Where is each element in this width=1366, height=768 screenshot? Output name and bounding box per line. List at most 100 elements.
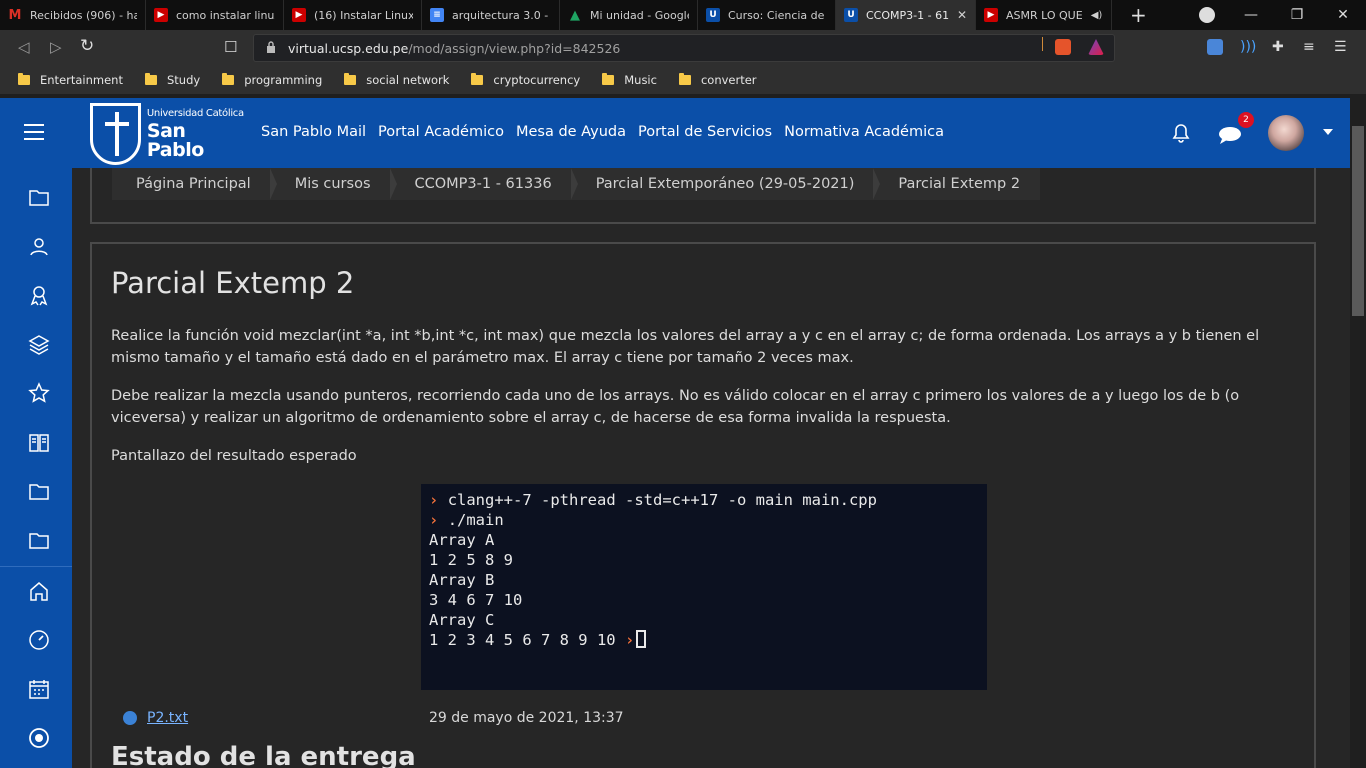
- description-paragraph: Pantallazo del resultado esperado: [111, 448, 357, 464]
- browser-tab[interactable]: ▶ como instalar linux: [146, 0, 284, 30]
- address-bar[interactable]: virtual.ucsp.edu.pe/mod/assign/view.php?…: [253, 34, 1115, 62]
- prompt-icon: ›: [624, 631, 635, 649]
- scrollbar[interactable]: [1350, 98, 1366, 768]
- folder-icon[interactable]: [28, 480, 50, 502]
- breadcrumb-section[interactable]: Parcial Extemporáneo (29-05-2021): [572, 168, 881, 200]
- user-avatar[interactable]: [1268, 115, 1304, 151]
- close-tab-icon[interactable]: ✕: [957, 8, 967, 22]
- folder-icon: [602, 73, 615, 85]
- top-navigation: San Pablo Mail Portal Académico Mesa de …: [261, 124, 956, 140]
- star-icon[interactable]: [28, 382, 50, 404]
- playlist-icon[interactable]: ≡: [1303, 39, 1319, 55]
- nav-link-mail[interactable]: San Pablo Mail: [261, 124, 366, 140]
- bookmark-folder[interactable]: Music: [602, 73, 657, 87]
- tab-search-icon[interactable]: [1199, 7, 1215, 23]
- folder-icon[interactable]: [28, 186, 50, 208]
- folder-icon: [222, 73, 235, 85]
- hamburger-menu-icon[interactable]: [24, 124, 44, 140]
- bookmark-folder[interactable]: Entertainment: [18, 73, 123, 87]
- terminal-line: 1 2 3 4 5 6 7 8 9 10 ›: [429, 630, 979, 650]
- close-window-icon[interactable]: ✕: [1320, 7, 1366, 23]
- breadcrumb-home[interactable]: Página Principal: [112, 168, 277, 200]
- browser-tab[interactable]: ▲ Mi unidad - Google: [560, 0, 698, 30]
- message-count-badge: 2: [1238, 112, 1254, 128]
- speaker-icon[interactable]: ◀): [1091, 10, 1103, 21]
- chat-icon[interactable]: [1218, 126, 1242, 144]
- bookmark-folder[interactable]: Study: [144, 73, 200, 87]
- layers-icon[interactable]: [28, 333, 50, 355]
- forward-icon[interactable]: ▷: [50, 38, 62, 56]
- bell-icon[interactable]: [1172, 123, 1190, 143]
- bookmark-icon[interactable]: ☐: [224, 38, 237, 56]
- left-sidebar: [0, 168, 72, 768]
- folder-icon: [678, 73, 691, 85]
- page-title: Parcial Extemp 2: [111, 266, 355, 300]
- sidebar-divider: [0, 566, 72, 567]
- bookmark-folder[interactable]: social network: [344, 73, 449, 87]
- attachment-link[interactable]: P2.txt: [147, 710, 188, 726]
- scrollbar-thumb[interactable]: [1352, 126, 1364, 316]
- logo-shield-icon: [90, 103, 141, 165]
- back-icon[interactable]: ◁: [18, 38, 30, 56]
- browser-tab[interactable]: ▶ (16) Instalar Linux L: [284, 0, 422, 30]
- nav-link-portal-academico[interactable]: Portal Académico: [378, 124, 504, 140]
- folder-icon: [471, 73, 484, 85]
- ucsp-icon: U: [706, 8, 720, 22]
- browser-tab-active[interactable]: U CCOMP3-1 - 61 ✕: [836, 0, 976, 30]
- ucsp-icon: U: [844, 8, 858, 22]
- participants-icon[interactable]: [28, 235, 50, 257]
- folder-icon: [144, 73, 157, 85]
- new-tab-button[interactable]: +: [1130, 3, 1147, 27]
- maximize-icon[interactable]: ❐: [1274, 7, 1320, 23]
- private-files-icon[interactable]: [28, 727, 50, 749]
- terminal-line: Array C: [429, 611, 495, 629]
- reload-icon[interactable]: ↻: [80, 36, 94, 56]
- browser-tab[interactable]: ≡ arquitectura 3.0 - D: [422, 0, 560, 30]
- extensions-icon[interactable]: ✚: [1272, 39, 1288, 55]
- wifi-extension-icon[interactable]: ))): [1240, 39, 1256, 55]
- description-paragraph: Realice la función void mezclar(int *a, …: [111, 328, 1260, 366]
- browser-toolbar: ◁ ▷ ↻ ☐ virtual.ucsp.edu.pe/mod/assign/v…: [0, 30, 1366, 66]
- translate-icon[interactable]: [1207, 39, 1223, 55]
- university-logo[interactable]: Universidad Católica San Pablo: [90, 102, 246, 166]
- dashboard-icon[interactable]: [28, 629, 50, 651]
- nav-link-portal-servicios[interactable]: Portal de Servicios: [638, 124, 772, 140]
- folder-icon[interactable]: [28, 529, 50, 551]
- breadcrumb-my-courses[interactable]: Mis cursos: [271, 168, 397, 200]
- nav-link-mesa-de-ayuda[interactable]: Mesa de Ayuda: [516, 124, 626, 140]
- browser-tab[interactable]: ▶ ASMR LO QUE ◀): [976, 0, 1112, 30]
- prompt-icon: ›: [429, 511, 439, 529]
- breadcrumb-current[interactable]: Parcial Extemp 2: [874, 168, 1040, 200]
- breadcrumb-course[interactable]: CCOMP3-1 - 61336: [391, 168, 578, 200]
- nav-link-normativa[interactable]: Normativa Académica: [784, 124, 944, 140]
- youtube-icon: ▶: [292, 8, 306, 22]
- cursor-icon: [636, 630, 647, 648]
- calendar-icon[interactable]: [28, 678, 50, 700]
- description-paragraph: Debe realizar la mezcla usando punteros,…: [111, 388, 1240, 426]
- file-icon: [123, 711, 137, 725]
- home-icon[interactable]: [28, 580, 50, 602]
- bookmark-folder[interactable]: programming: [222, 73, 322, 87]
- chevron-down-icon[interactable]: [1323, 129, 1333, 135]
- attachment: P2.txt: [111, 710, 188, 726]
- breadcrumb: Página Principal Mis cursos CCOMP3-1 - 6…: [112, 168, 1041, 200]
- drive-icon: ▲: [570, 7, 580, 23]
- window-controls: — ❐ ✕: [1228, 0, 1366, 30]
- minimize-icon[interactable]: —: [1228, 7, 1274, 23]
- bookmark-folder[interactable]: converter: [678, 73, 757, 87]
- book-icon[interactable]: [28, 431, 50, 453]
- menu-icon[interactable]: ☰: [1334, 39, 1350, 55]
- browser-tab[interactable]: M Recibidos (906) - ha: [0, 0, 146, 30]
- submission-status-heading: Estado de la entrega: [111, 742, 416, 768]
- lock-icon: [267, 41, 275, 53]
- terminal-line: › clang++-7 -pthread -std=c++17 -o main …: [429, 491, 877, 509]
- bookmark-folder[interactable]: cryptocurrency: [471, 73, 580, 87]
- bookmarks-bar: Entertainment Study programming social n…: [0, 66, 1366, 94]
- brave-shield-icon[interactable]: [1055, 39, 1071, 55]
- browser-tab[interactable]: U Curso: Ciencia de la: [698, 0, 836, 30]
- folder-icon: [344, 73, 357, 85]
- badge-icon[interactable]: [28, 284, 50, 306]
- divider: [1042, 37, 1043, 51]
- terminal-line: Array A: [429, 531, 495, 549]
- gmail-icon: M: [8, 7, 22, 23]
